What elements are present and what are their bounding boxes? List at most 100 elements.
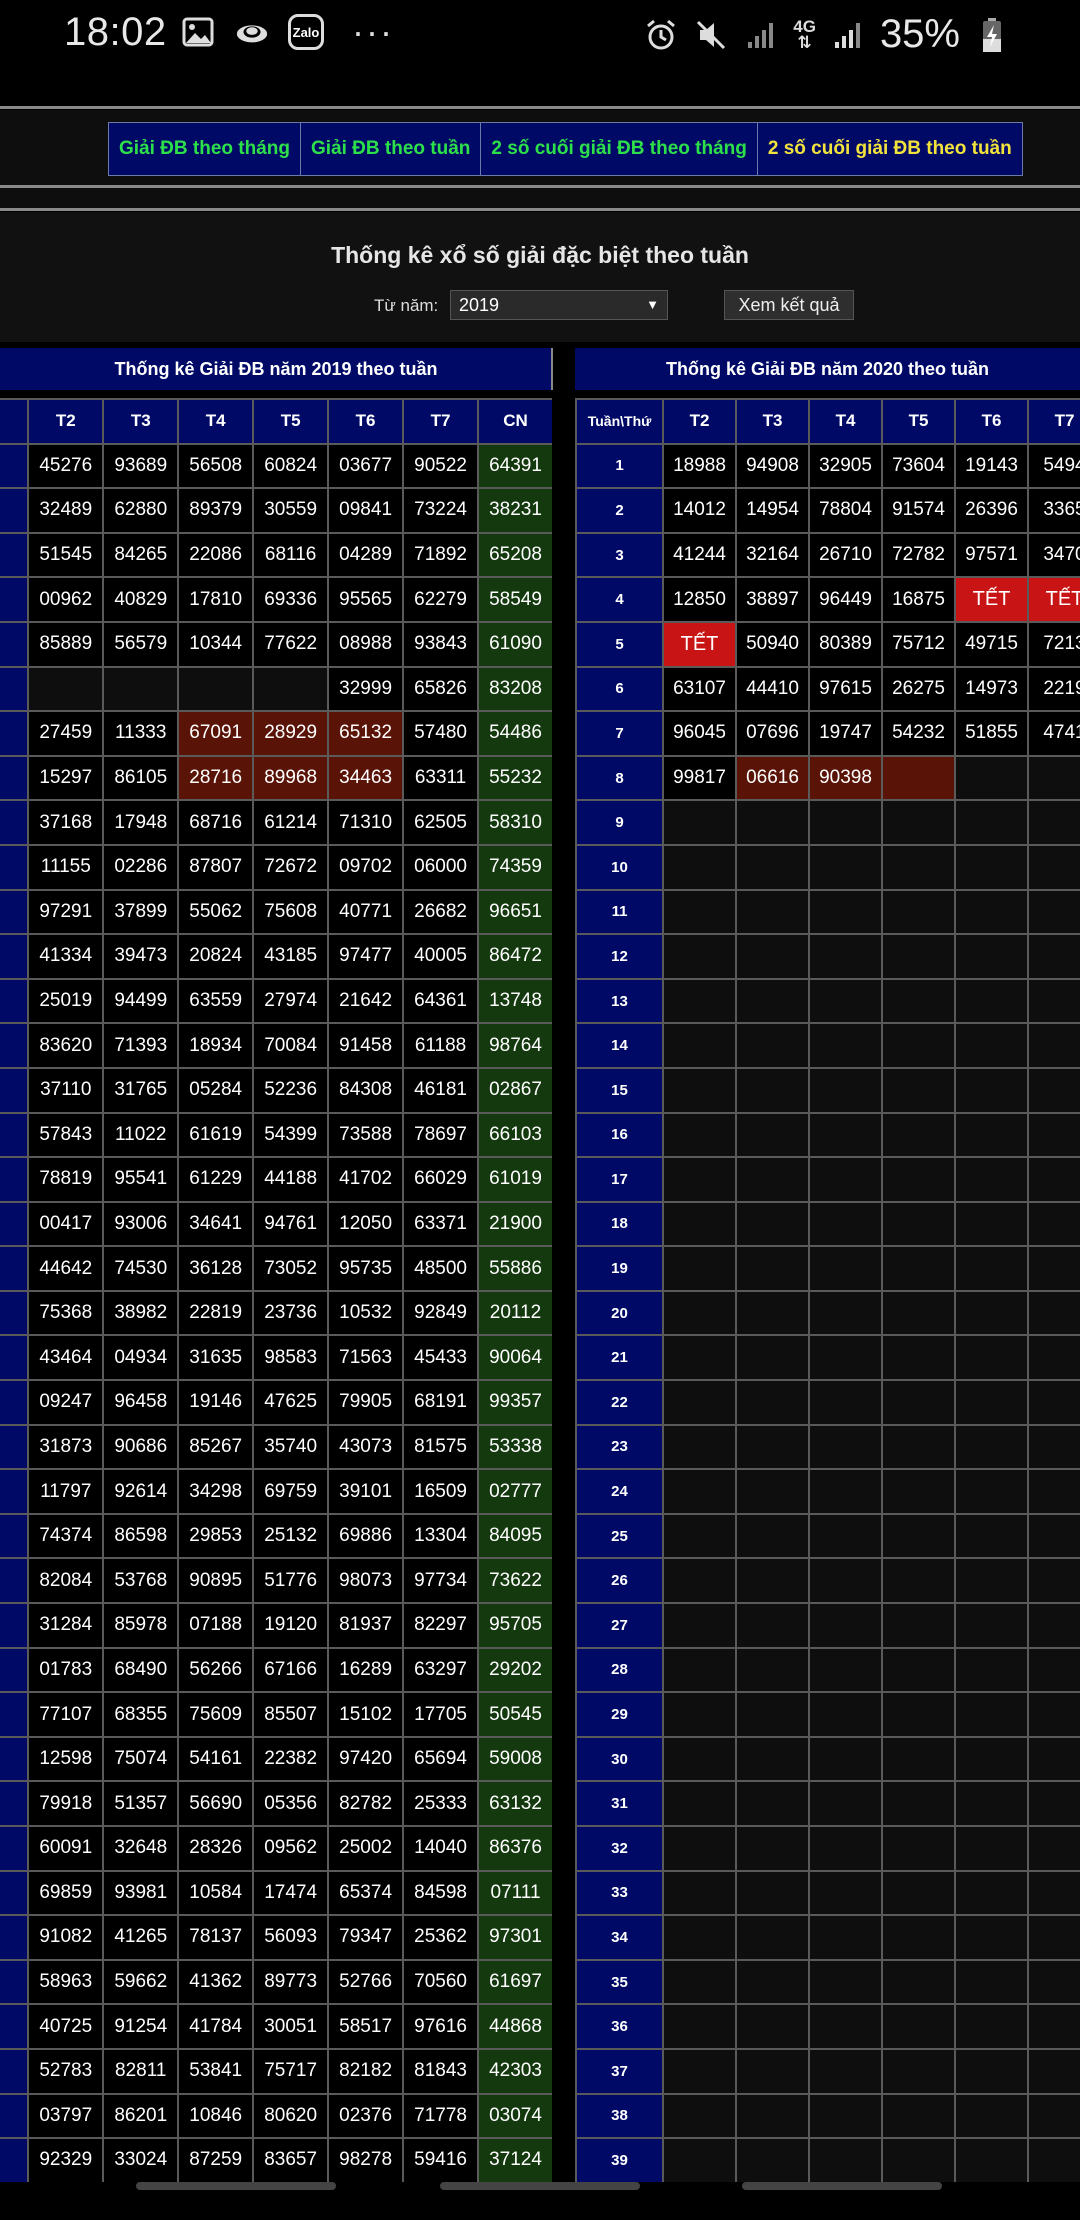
result-cell: 4741 [1027,710,1080,757]
week-cell: 13 [575,977,664,1025]
nav-link-month[interactable]: Giải ĐB theo tháng [109,123,301,175]
result-cell [1027,1735,1080,1783]
result-cell [954,1200,1029,1248]
result-cell: 07188 [177,1602,255,1649]
year-select-value: 2019 [459,295,500,315]
nav-link-last2-month[interactable]: 2 số cuối giải ĐB theo tháng [481,123,758,175]
result-cell: 21900 [477,1200,552,1248]
result-cell: 69336 [252,576,330,623]
table-row: 11797 92614 34298 69759 39101 16509 02777 [0,1468,552,1515]
nav-link-week[interactable]: Giải ĐB theo tuần [301,123,482,175]
result-cell: 93006 [102,1200,180,1248]
week-cell [0,977,30,1025]
result-cell: 38231 [477,487,552,534]
result-cell: 61619 [177,1111,255,1159]
result-cell [881,1557,956,1605]
result-cell: 26682 [402,888,480,936]
result-cell: 97616 [402,2003,480,2050]
result-cell [662,1825,737,1872]
result-cell: 34298 [177,1468,255,1515]
result-cell: 17948 [102,799,180,846]
result-cell: 74359 [477,843,552,891]
table-row: 69859 93981 10584 17474 65374 84598 07111 [0,1869,552,1917]
result-cell: 60091 [27,1825,105,1872]
result-cell [881,2003,956,2050]
result-cell [808,2047,883,2095]
result-cell: TẾT [954,576,1029,623]
result-cell: 68355 [102,1691,180,1738]
result-cell: 14973 [954,665,1029,713]
result-cell [662,799,737,846]
result-cell [735,1111,810,1159]
result-cell: 54486 [477,710,552,757]
result-cell [735,2137,810,2182]
result-cell: 70560 [402,1958,480,2006]
result-cell: 84308 [327,1066,405,1114]
result-cell: 81937 [327,1602,405,1649]
result-cell: 75074 [102,1735,180,1783]
result-cell: 25333 [402,1780,480,1827]
result-cell: 00417 [27,1200,105,1248]
result-cell [954,1379,1029,1426]
result-cell: 96045 [662,710,737,757]
result-cell [735,1735,810,1783]
result-cell: 84095 [477,1512,552,1560]
result-cell: 89379 [177,487,255,534]
result-cell: 28929 [252,710,330,757]
result-cell: 98073 [327,1557,405,1605]
result-cell: 38897 [735,576,810,623]
table-row: 82084 53768 90895 51776 98073 97734 73622 [0,1557,552,1605]
result-cell: 32489 [27,487,105,534]
year-select[interactable]: 2019 ▼ [450,290,668,320]
result-cell [1027,933,1080,980]
result-cell [1027,2003,1080,2050]
week-cell: 37 [575,2047,664,2095]
result-cell: 14012 [662,487,737,534]
nav-link-last2-week[interactable]: 2 số cuối giải ĐB theo tuần [757,123,1022,175]
result-cell [1027,1289,1080,1337]
result-cell [954,1869,1029,1917]
week-cell: 31 [575,1780,664,1827]
result-cell [881,754,956,802]
view-results-button[interactable]: Xem kết quả [724,290,854,320]
result-cell: 67091 [177,710,255,757]
week-cell [0,531,30,579]
result-cell [1027,1423,1080,1471]
result-cell: 37124 [477,2137,552,2182]
table-row: 41334 39473 20824 43185 97477 40005 86472 [0,933,552,980]
table-2020-container: Thống kê Giải ĐB năm 2020 theo tuần Tuần… [575,348,1080,2182]
result-cell: 70084 [252,1022,330,1069]
result-cell [1027,1602,1080,1649]
result-cell: 82782 [327,1780,405,1827]
week-cell [0,1780,30,1827]
result-cell: 40725 [27,2003,105,2050]
result-cell [735,933,810,980]
result-cell: 54232 [881,710,956,757]
result-cell [1027,1958,1080,2006]
table-row: 45276 93689 56508 60824 03677 90522 64391 [0,442,552,490]
result-cell: 37899 [102,888,180,936]
column-header: T7 [1027,398,1080,445]
result-cell: 36128 [177,1245,255,1292]
result-cell [662,1646,737,1694]
week-cell [0,442,30,490]
result-cell: 80389 [808,620,883,668]
result-cell [735,1780,810,1827]
result-cell [808,1022,883,1069]
result-cell: 61090 [477,620,552,668]
table-row: 11155 02286 87807 72672 09702 06000 74359 [0,843,552,891]
result-cell [954,2092,1029,2140]
result-cell: 5494 [1027,442,1080,490]
result-cell: 28326 [177,1825,255,1872]
result-cell [881,1914,956,1961]
table-2019-container: Thống kê Giải ĐB năm 2019 theo tuần hứT2… [0,348,552,2182]
result-cell [27,665,105,713]
result-cell [954,1022,1029,1069]
week-cell: 1 [575,442,664,490]
result-cell: 73622 [477,1557,552,1605]
result-cell: 63297 [402,1646,480,1694]
result-cell [954,1066,1029,1114]
result-cell [954,1691,1029,1738]
result-cell [1027,1066,1080,1114]
table-row: 15 [575,1066,1080,1114]
